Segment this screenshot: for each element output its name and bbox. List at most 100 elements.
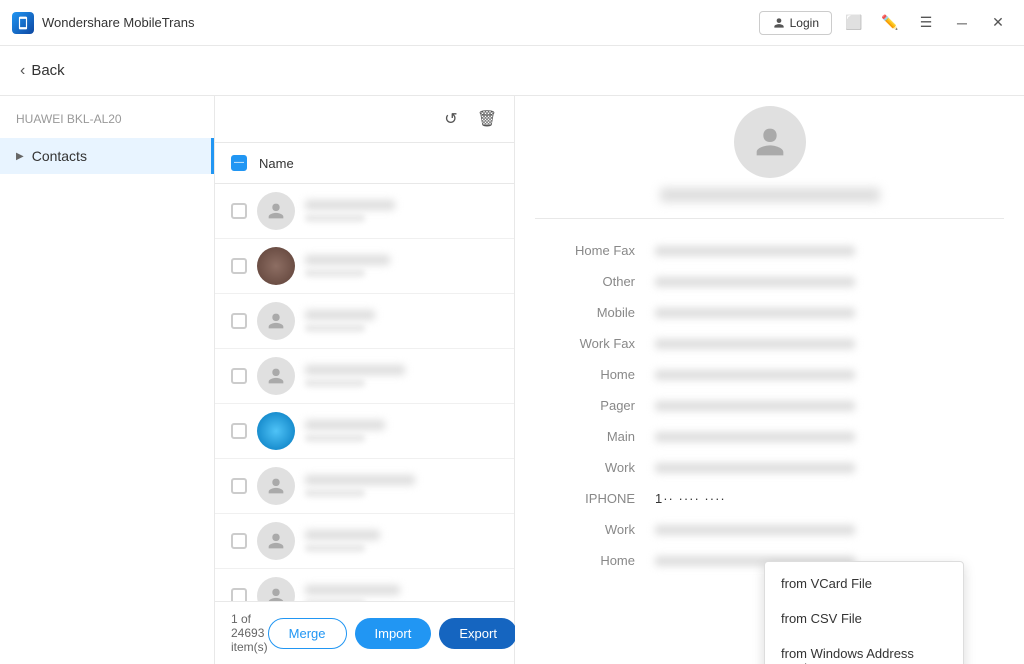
detail-panel: Home Fax Other Mobile Work Fax Home [515,96,1024,664]
import-vcard-option[interactable]: from VCard File [765,566,963,601]
contact-sub [305,599,365,601]
sidebar-item-contacts[interactable]: ▶ Contacts [0,138,214,174]
detail-contact-name [660,188,880,202]
chevron-right-icon: ▶ [16,151,24,162]
contact-row[interactable] [215,459,514,514]
field-label: Work [555,460,635,475]
edit-icon[interactable]: ✏️ [876,9,904,37]
contact-checkbox[interactable] [231,258,247,274]
contact-row[interactable] [215,404,514,459]
backbar: ‹ Back [0,46,1024,96]
contact-name [305,530,380,540]
contact-fields: Home Fax Other Mobile Work Fax Home [535,218,1004,576]
back-label: Back [31,62,64,79]
list-toolbar: ↺ 🗑 [215,96,514,143]
field-row-main: Main [535,421,1004,452]
list-footer: 1 of 24693 item(s) Merge Import Export [215,601,514,664]
contact-name [305,365,405,375]
contact-checkbox[interactable] [231,313,247,329]
contact-items [215,184,514,601]
field-label: Pager [555,398,635,413]
field-label: Home Fax [555,243,635,258]
sidebar: HUAWEI BKL-AL20 ▶ Contacts [0,96,215,664]
avatar [257,357,295,395]
contact-row[interactable] [215,294,514,349]
field-row-homefax: Home Fax [535,235,1004,266]
avatar [257,302,295,340]
titlebar: Wondershare MobileTrans Login ⬜ ✏️ ☰ ─ ✕ [0,0,1024,46]
back-arrow-icon: ‹ [20,62,25,80]
contact-info [305,530,498,552]
main-content: HUAWEI BKL-AL20 ▶ Contacts ↺ 🗑 Name [0,96,1024,664]
device-name: HUAWEI BKL-AL20 [0,112,214,138]
field-label: Work [555,522,635,537]
field-row-iphone: IPHONE 1·· ···· ···· [535,483,1004,514]
refresh-button[interactable]: ↺ [436,104,466,134]
footer-buttons: Merge Import Export [268,618,517,649]
field-label: Home [555,367,635,382]
app-title: Wondershare MobileTrans [42,15,194,30]
field-row-home: Home [535,359,1004,390]
avatar [257,412,295,450]
contact-checkbox[interactable] [231,423,247,439]
minimize-icon[interactable]: ─ [948,9,976,37]
close-icon[interactable]: ✕ [984,9,1012,37]
window-bookmark-icon[interactable]: ⬜ [840,9,868,37]
contact-row[interactable] [215,514,514,569]
field-label: IPHONE [555,491,635,506]
contact-info [305,255,498,277]
contact-checkbox[interactable] [231,203,247,219]
field-value [655,246,855,256]
contact-checkbox[interactable] [231,533,247,549]
field-row-work2: Work [535,514,1004,545]
import-address-book-option[interactable]: from Windows Address Book [765,636,963,664]
login-label: Login [790,16,819,30]
field-row-pager: Pager [535,390,1004,421]
contact-sub [305,214,365,222]
import-csv-option[interactable]: from CSV File [765,601,963,636]
contact-info [305,310,498,332]
contact-name [305,420,385,430]
contact-name [305,585,400,595]
sidebar-contacts-label: Contacts [32,148,87,164]
avatar [257,522,295,560]
field-label: Mobile [555,305,635,320]
list-header: Name [215,143,514,184]
export-button[interactable]: Export [439,618,517,649]
contact-sub [305,489,365,497]
avatar [257,467,295,505]
field-value [655,308,855,318]
contact-sub [305,269,365,277]
contact-row[interactable] [215,569,514,601]
contact-sub [305,434,365,442]
contact-checkbox[interactable] [231,478,247,494]
back-button[interactable]: ‹ Back [20,62,65,80]
field-label: Work Fax [555,336,635,351]
login-button[interactable]: Login [759,11,832,35]
field-value [655,339,855,349]
import-button[interactable]: Import [355,618,432,649]
select-all-checkbox[interactable] [231,155,247,171]
field-label: Main [555,429,635,444]
field-value: 1·· ···· ···· [655,491,984,506]
merge-button[interactable]: Merge [268,618,347,649]
field-value [655,370,855,380]
avatar [257,192,295,230]
contact-info [305,200,498,222]
titlebar-right: Login ⬜ ✏️ ☰ ─ ✕ [759,9,1012,37]
field-value [655,525,855,535]
contact-row[interactable] [215,239,514,294]
contact-sub [305,544,365,552]
avatar [257,247,295,285]
delete-button[interactable]: 🗑 [472,104,502,134]
menu-icon[interactable]: ☰ [912,9,940,37]
avatar [257,577,295,601]
contact-checkbox[interactable] [231,368,247,384]
contact-checkbox[interactable] [231,588,247,601]
contact-row[interactable] [215,184,514,239]
contact-name [305,310,375,320]
item-count: 1 of 24693 item(s) [231,612,268,654]
contact-info [305,365,498,387]
field-row-mobile: Mobile [535,297,1004,328]
contact-row[interactable] [215,349,514,404]
